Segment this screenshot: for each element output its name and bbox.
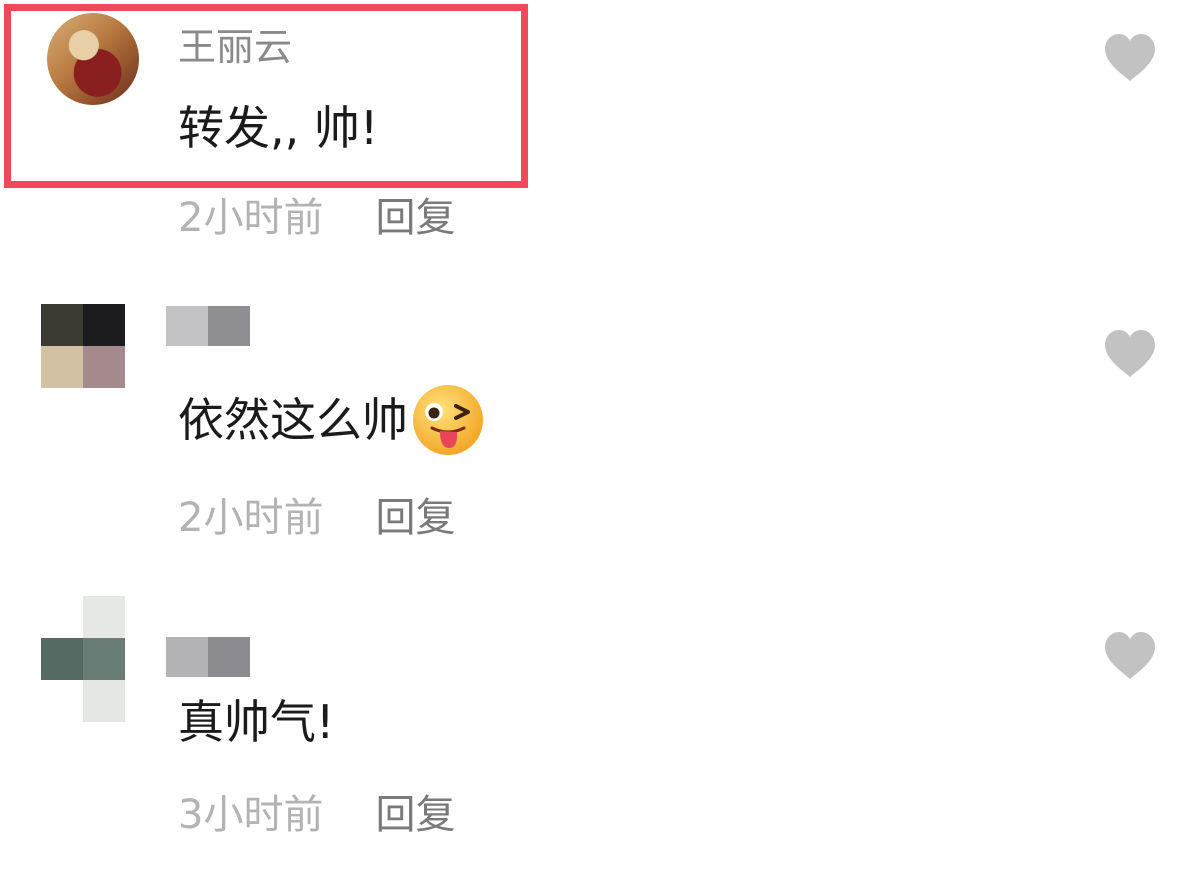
comment-time: 2小时前 [178,495,324,541]
comment-meta: 2小时前 回复 [178,198,455,238]
avatar[interactable] [41,304,125,388]
comment-text-content: 依然这么帅 [178,393,408,447]
heart-icon[interactable] [1103,631,1157,681]
comment-item: 依然这么帅 2小时前 回复 [0,295,1200,585]
heart-icon[interactable] [1103,329,1157,379]
comment-text-content: 真帅气! [178,695,335,749]
username-blurred[interactable] [166,637,250,677]
comment-time: 3小时前 [178,792,324,838]
heart-icon[interactable] [1103,33,1157,83]
reply-button[interactable]: 回复 [375,498,455,538]
comment-text: 依然这么帅 [178,382,486,458]
username-blurred[interactable] [166,306,250,346]
comment-meta: 3小时前 回复 [178,795,455,835]
reply-button[interactable]: 回复 [375,795,455,835]
reply-button[interactable]: 回复 [375,198,455,238]
avatar[interactable] [41,596,125,722]
comment-meta: 2小时前 回复 [178,498,455,538]
comment-text: 真帅气! [178,699,334,745]
comment-item: 真帅气! 3小时前 回复 [0,590,1200,888]
highlight-box [4,4,528,188]
wink-tongue-emoji [413,385,483,455]
comment-time: 2小时前 [178,195,324,241]
